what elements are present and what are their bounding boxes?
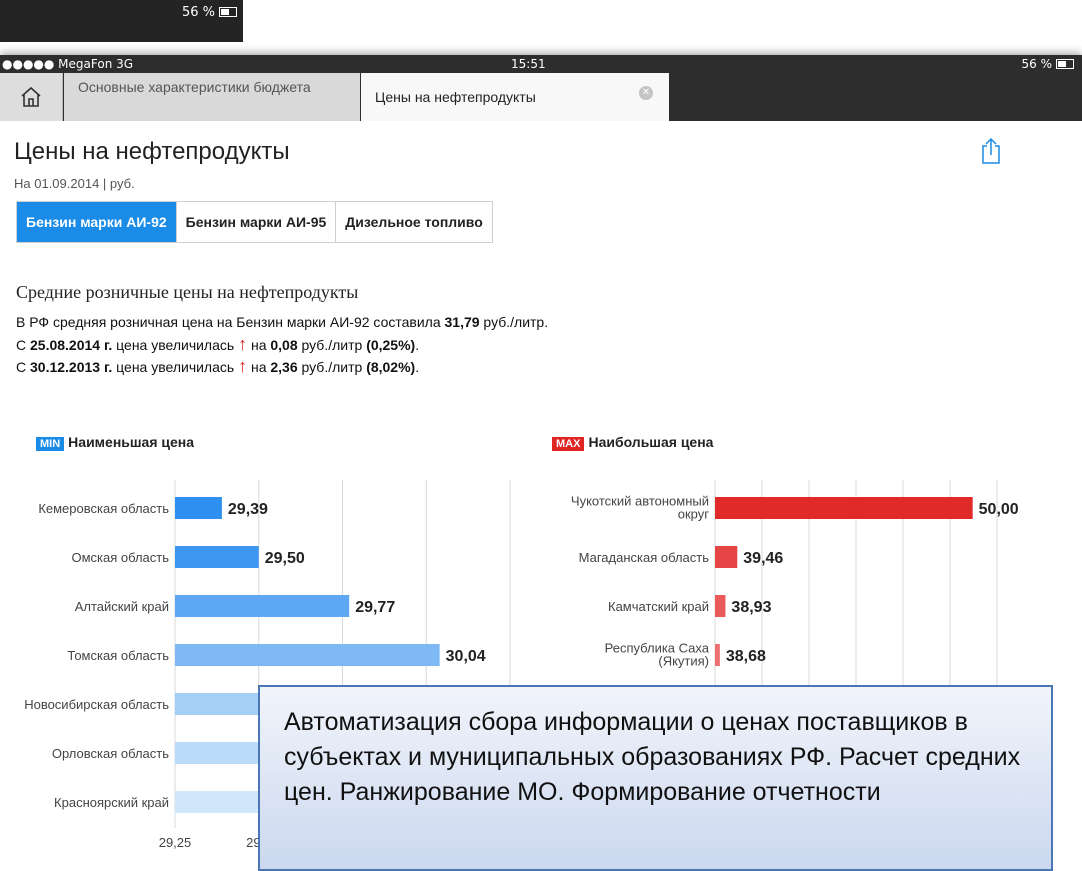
info-text: на [247,359,271,375]
bar [175,644,440,666]
info-text: цена увеличилась [112,359,239,375]
category-label: Омская область [71,550,169,565]
value-label: 30,04 [446,648,486,665]
up-arrow-icon: ↑ [238,334,248,354]
background-battery-text: 56 % [181,5,215,20]
tab-label: Основные характеристики бюджета [78,79,311,95]
info-date: 25.08.2014 г. [30,337,113,353]
tab-label: Цены на нефтепродукты [375,89,536,105]
value-label: 50,00 [979,501,1019,518]
fuel-type-selector: Бензин марки АИ-92 Бензин марки АИ-95 Ди… [16,201,493,243]
category-label: Алтайский край [75,599,169,614]
info-delta: 0,08 [270,337,298,353]
tab-budget-characteristics[interactable]: Основные характеристики бюджета [64,73,360,121]
info-text: . [415,359,420,375]
page-title: Цены на нефтепродукты [14,138,290,165]
info-line-average: В РФ средняя розничная цена на Бензин ма… [16,314,548,330]
info-line-week: С 25.08.2014 г. цена увеличилась ↑ на 0,… [16,334,419,355]
category-label: Кемеровская область [38,501,169,516]
home-button[interactable] [0,73,63,121]
info-percent: (8,02%) [366,359,416,375]
battery-percent: 56 % [1021,57,1053,71]
bar [715,497,973,519]
status-bar: ●●●●● MegaFon 3G 15:51 56 % [0,55,1082,73]
max-legend: MAX Наибольшая цена [552,434,713,451]
category-label: Орловская область [52,746,169,761]
category-label: Красноярский край [54,795,169,810]
min-legend: MIN Наименьшая цена [36,434,194,451]
up-arrow-icon: ↑ [238,356,248,376]
info-text: цена увеличилась [112,337,239,353]
info-delta: 2,36 [270,359,298,375]
section-title: Средние розничные цены на нефтепродукты [16,282,359,302]
tick-label: 29,25 [159,835,192,850]
category-label: Новосибирская область [24,697,169,712]
info-text: С [16,337,30,353]
category-label: (Якутия) [658,654,709,669]
background-status-bar: 56 % [0,0,243,42]
segment-ai-95[interactable]: Бензин марки АИ-95 [176,202,337,242]
tab-oil-prices[interactable]: Цены на нефтепродукты ✕ [361,73,669,121]
bar [175,546,259,568]
value-label: 39,46 [743,550,783,567]
min-legend-label: Наименьшая цена [68,434,195,450]
category-label: Магаданская область [579,550,710,565]
carrier-text: ●●●●● MegaFon 3G [2,57,134,71]
value-label: 38,93 [731,599,771,616]
home-icon [21,86,41,107]
value-label: 29,39 [228,501,268,518]
min-badge: MIN [36,437,65,451]
clock-text: 15:51 [511,57,546,71]
bar [715,546,738,568]
info-text: руб./литр [297,337,367,353]
battery-icon [1056,59,1074,69]
value-label: 38,68 [726,648,766,665]
info-line-year: С 30.12.2013 г. цена увеличилась ↑ на 2,… [16,356,419,377]
category-label: округ [678,507,710,522]
max-badge: MAX [552,437,585,451]
value-label: 29,77 [355,599,395,616]
category-label: Томская область [67,648,169,663]
info-text: руб./литр [297,359,367,375]
category-label: Камчатский край [608,599,709,614]
info-text: на [247,337,271,353]
bar [715,595,726,617]
value-label: 29,50 [265,550,305,567]
annotation-callout: Автоматизация сбора информации о ценах п… [258,685,1053,871]
share-icon[interactable] [980,137,1002,165]
info-text: . [415,337,420,353]
info-date: 30.12.2013 г. [30,359,113,375]
info-text: С [16,359,30,375]
average-price: 31,79 [444,314,480,330]
info-text: руб./литр. [479,314,549,330]
max-legend-label: Наибольшая цена [588,434,714,450]
bar [715,644,720,666]
tab-bar: Основные характеристики бюджета Цены на … [0,73,1082,121]
info-percent: (0,25%) [366,337,416,353]
background-battery-icon [219,7,237,17]
bar [175,497,222,519]
bar [175,595,350,617]
segment-ai-92[interactable]: Бензин марки АИ-92 [17,202,177,242]
date-unit-label: На 01.09.2014 | руб. [14,176,135,191]
info-text: В РФ средняя розничная цена на Бензин ма… [16,314,445,330]
close-tab-icon[interactable]: ✕ [639,86,653,100]
segment-diesel[interactable]: Дизельное топливо [336,202,492,242]
